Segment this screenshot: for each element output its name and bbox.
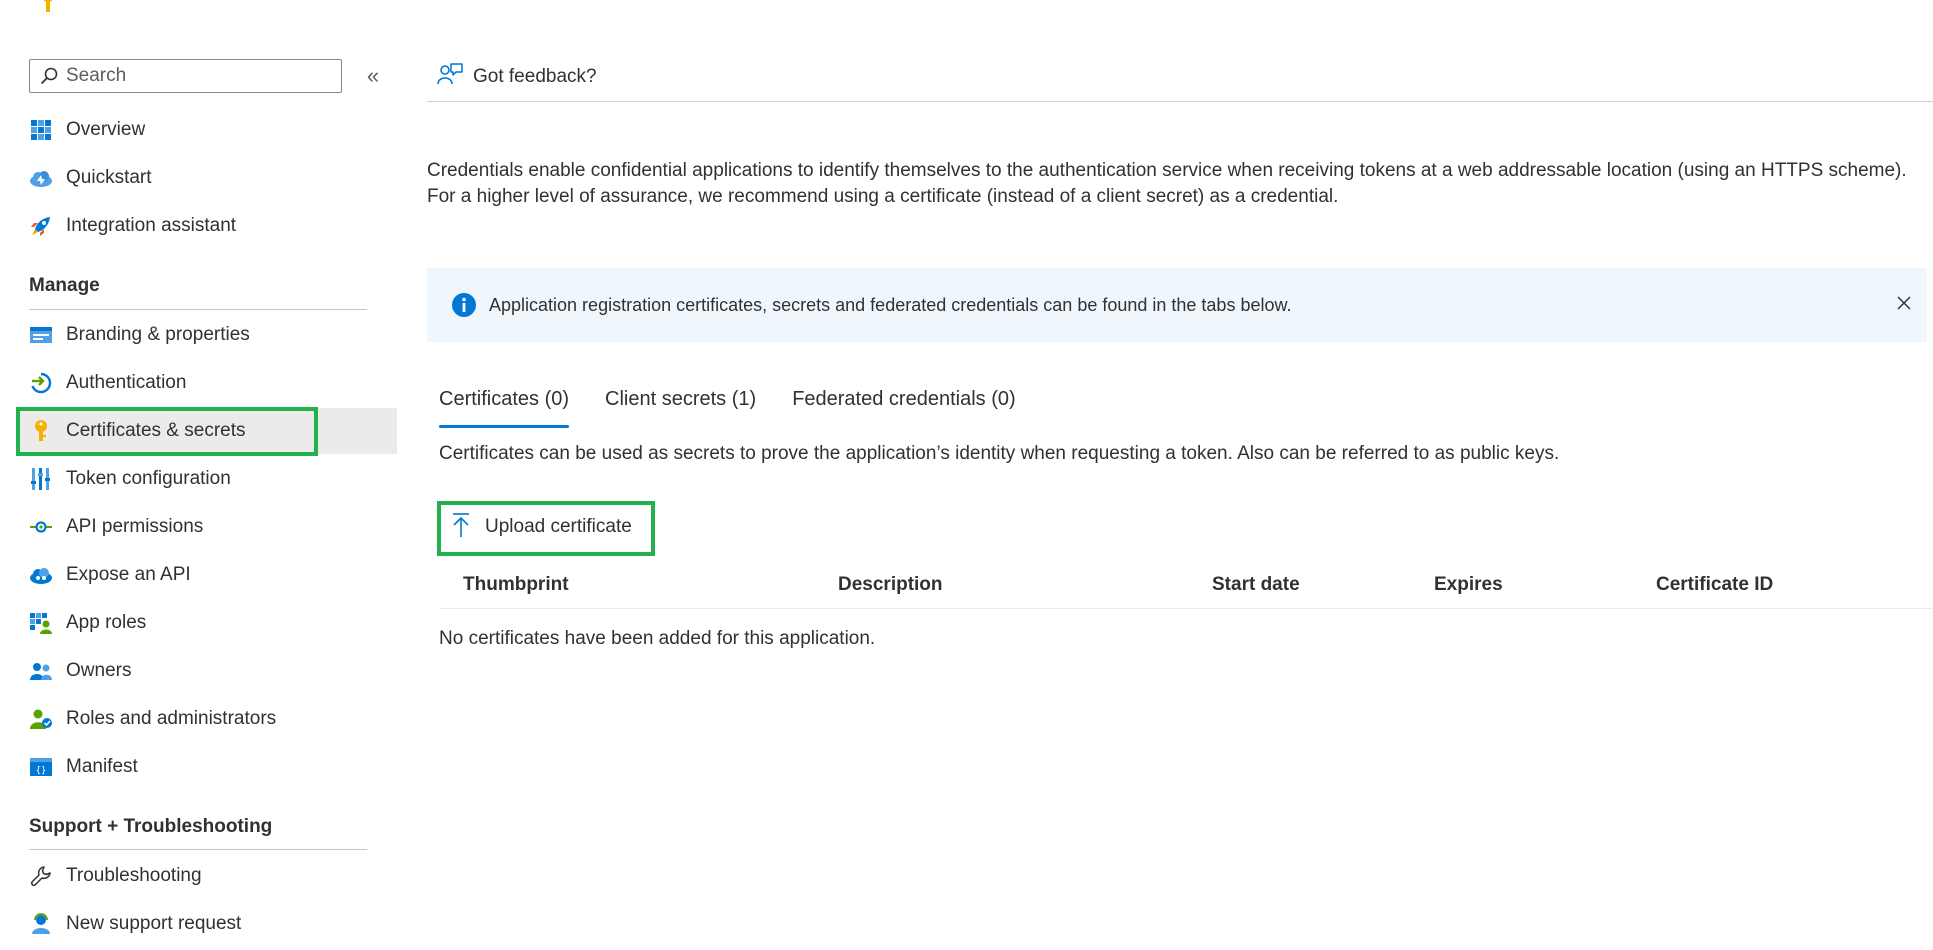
upload-certificate-label: Upload certificate (485, 516, 632, 537)
sidebar-item-quickstart[interactable]: Quickstart (16, 155, 397, 201)
sidebar-item-label: Certificates & secrets (66, 420, 246, 441)
close-icon[interactable] (1891, 290, 1917, 316)
upload-certificate-button[interactable]: Upload certificate (439, 504, 648, 550)
got-feedback-button[interactable]: Got feedback? (437, 60, 597, 94)
credential-tabs: Certificates (0) Client secrets (1) Fede… (439, 380, 1052, 428)
roles-admin-icon (28, 706, 54, 732)
sidebar-item-new-support-request[interactable]: New support request (16, 901, 397, 947)
sidebar-item-label: Integration assistant (66, 215, 237, 236)
certificates-description: Certificates can be used as secrets to p… (439, 443, 1560, 464)
column-header-start-date[interactable]: Start date (1212, 574, 1300, 596)
app-roles-icon (28, 610, 54, 636)
quickstart-cloud-icon (28, 165, 54, 191)
key-icon (28, 418, 54, 444)
rocket-icon (28, 213, 54, 239)
feedback-icon (437, 62, 463, 93)
api-permissions-icon (28, 514, 54, 540)
overview-grid-icon (28, 117, 54, 143)
sidebar-item-app-roles[interactable]: App roles (16, 600, 397, 646)
sidebar-item-integration-assistant[interactable]: Integration assistant (16, 203, 397, 249)
expose-api-cloud-icon (28, 562, 54, 588)
search-icon (34, 61, 64, 91)
sidebar-item-roles-administrators[interactable]: Roles and administrators (16, 696, 397, 742)
sidebar-item-api-permissions[interactable]: API permissions (16, 504, 397, 550)
branding-icon (28, 322, 54, 348)
sidebar-item-label: Token configuration (66, 468, 231, 489)
svg-text:{}: {} (36, 766, 47, 776)
sidebar-item-label: Roles and administrators (66, 708, 277, 729)
wrench-icon (28, 863, 54, 889)
sidebar-item-branding[interactable]: Branding & properties (16, 312, 397, 358)
feedback-label: Got feedback? (473, 66, 597, 87)
sidebar-item-expose-api[interactable]: Expose an API (16, 552, 397, 598)
sidebar-item-overview[interactable]: Overview (16, 107, 397, 153)
sidebar-item-label: Overview (66, 119, 146, 140)
info-icon (452, 293, 476, 317)
sidebar-item-label: Quickstart (66, 167, 152, 188)
sidebar-item-label: Branding & properties (66, 324, 250, 345)
main-content: Got feedback? Credentials enable confide… (427, 0, 1933, 950)
tab-certificates[interactable]: Certificates (0) (439, 380, 570, 428)
token-bars-icon (28, 466, 54, 492)
sidebar-item-label: API permissions (66, 516, 204, 537)
manifest-icon: {} (28, 754, 54, 780)
manage-divider (29, 309, 367, 310)
sidebar-item-troubleshooting[interactable]: Troubleshooting (16, 853, 397, 899)
sidebar-item-authentication[interactable]: Authentication (16, 360, 397, 406)
search-input[interactable] (64, 64, 328, 88)
authentication-icon (28, 370, 54, 396)
sidebar-item-label: Manifest (66, 756, 138, 777)
empty-certificates-message: No certificates have been added for this… (439, 628, 876, 649)
sidebar-item-label: Expose an API (66, 564, 191, 585)
tab-federated-credentials[interactable]: Federated credentials (0) (792, 380, 1015, 424)
sidebar-item-token-configuration[interactable]: Token configuration (16, 456, 397, 502)
sidebar-item-manifest[interactable]: {} Manifest (16, 744, 397, 790)
column-header-expires[interactable]: Expires (1434, 574, 1503, 596)
collapse-sidebar-button[interactable]: « (360, 64, 386, 90)
owners-icon (28, 658, 54, 684)
sidebar: « Overview Quickstart Integration assist… (0, 0, 400, 950)
info-banner: Application registration certificates, s… (427, 268, 1927, 342)
certificates-table-header: Thumbprint Description Start date Expire… (439, 562, 1933, 609)
column-header-certificate-id[interactable]: Certificate ID (1656, 574, 1773, 596)
sidebar-item-certificates-secrets[interactable]: Certificates & secrets (16, 408, 397, 454)
sidebar-item-owners[interactable]: Owners (16, 648, 397, 694)
upload-arrow-icon (451, 512, 471, 543)
sidebar-item-label: New support request (66, 913, 242, 934)
command-bar: Got feedback? (427, 54, 1933, 102)
sidebar-search[interactable] (29, 59, 342, 93)
tab-client-secrets[interactable]: Client secrets (1) (605, 380, 756, 424)
sidebar-item-label: App roles (66, 612, 147, 633)
info-message: Application registration certificates, s… (489, 294, 1292, 315)
support-divider (29, 849, 367, 850)
manage-section-heading: Manage (29, 275, 100, 296)
column-header-description[interactable]: Description (838, 574, 943, 596)
sidebar-item-label: Troubleshooting (66, 865, 202, 886)
credentials-description: Credentials enable confidential applicat… (427, 160, 1907, 207)
support-section-heading: Support + Troubleshooting (29, 816, 273, 837)
sidebar-item-label: Owners (66, 660, 132, 681)
sidebar-item-label: Authentication (66, 372, 187, 393)
column-header-thumbprint[interactable]: Thumbprint (463, 574, 569, 596)
support-person-icon (28, 911, 54, 937)
